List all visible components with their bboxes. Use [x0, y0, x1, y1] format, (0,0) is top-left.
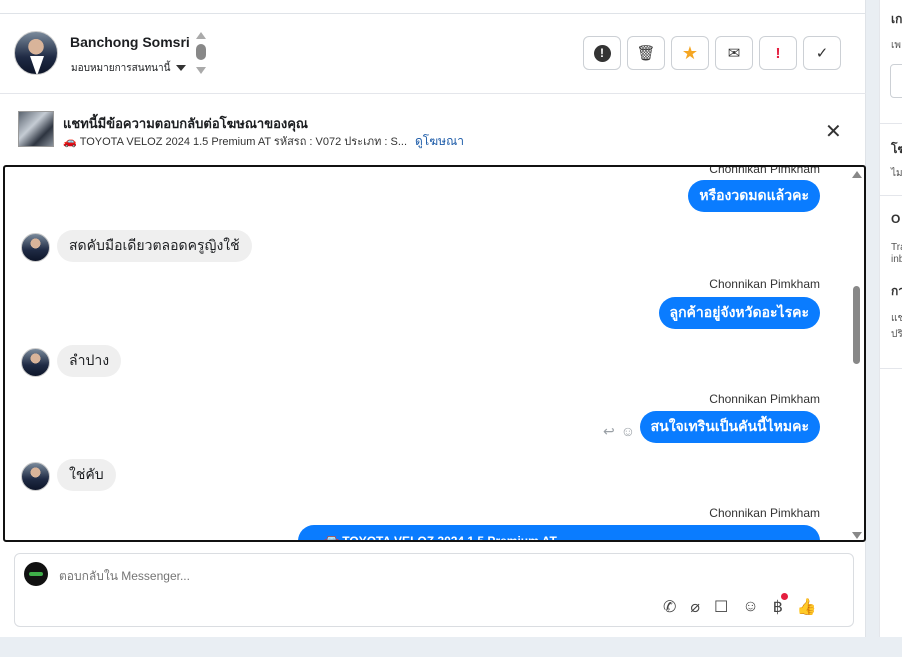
details-heading: เก [891, 12, 902, 26]
contact-avatar-small[interactable] [21, 462, 50, 491]
envelope-icon: ✉ [727, 45, 741, 62]
top-divider [0, 0, 866, 14]
outgoing-message[interactable]: ลูกค้าอยู่จังหวัดอะไรคะ [658, 297, 820, 329]
details-text: เพ [891, 40, 902, 51]
scroll-thumb[interactable] [196, 44, 206, 60]
reply-composer: ✆ ⌀ ☐ ☺ ฿ 👍 [14, 553, 854, 627]
scroll-up-icon[interactable] [852, 171, 862, 178]
section-text: inb [891, 254, 902, 265]
payment-icon[interactable]: ฿ [773, 593, 789, 617]
reply-input[interactable] [59, 569, 659, 583]
conversation-header: Banchong Somsri มอบหมายการสนทนานี้ ! 🗑 ★… [0, 14, 866, 94]
done-button[interactable]: ✓ [803, 36, 841, 70]
scroll-thumb[interactable] [853, 286, 860, 364]
emoji-reaction-icon[interactable]: ☺ [621, 423, 635, 440]
conversation-actions: ! 🗑 ★ ✉ ! ✓ [583, 36, 841, 70]
thumbs-up-icon[interactable]: 👍 [797, 597, 817, 617]
contact-avatar-small[interactable] [21, 348, 50, 377]
section-text: Tra [891, 242, 902, 253]
star-icon: ★ [681, 42, 699, 63]
outgoing-message[interactable]: หรืองวดมดแล้วคะ [688, 180, 820, 212]
message-thread[interactable]: Chonnikan Pimkham หรืองวดมดแล้วคะ สดคับม… [3, 165, 866, 542]
saved-reply-icon[interactable]: ☐ [714, 597, 728, 617]
message-reactions: ↩ ☺ [603, 423, 635, 440]
ads-text: ไม [891, 168, 902, 179]
call-icon[interactable]: ✆ [663, 597, 676, 617]
page-avatar [24, 562, 48, 586]
car-icon: 🚗 [63, 136, 77, 148]
ad-context-bar: แชทนี้มีข้อความตอบกลับต่อโฆษณาของคุณ 🚗 TO… [0, 95, 866, 163]
sender-name: Chonnikan Pimkham [709, 506, 820, 520]
scroll-down-icon[interactable] [196, 67, 206, 74]
incoming-message[interactable]: ลำปาง [57, 345, 122, 377]
checkmark-icon: ✓ [815, 45, 829, 62]
ad-context-title: แชทนี้มีข้อความตอบกลับต่อโฆษณาของคุณ [63, 116, 308, 131]
contact-avatar[interactable] [14, 31, 58, 75]
ads-heading: โฆ [891, 142, 902, 156]
divider [880, 195, 902, 196]
activity-heading: กา [891, 284, 902, 298]
chevron-down-icon [176, 65, 187, 72]
header-scroll-control[interactable] [195, 32, 207, 78]
divider [880, 368, 902, 369]
contact-avatar-small[interactable] [21, 233, 50, 262]
sender-name: Chonnikan Pimkham [709, 277, 820, 291]
exclamation-icon: ! [775, 44, 781, 62]
mark-unread-button[interactable]: ✉ [715, 36, 753, 70]
attachment-icon[interactable]: ⌀ [690, 597, 700, 617]
assign-label: มอบหมายการสนทนานี้ [71, 63, 171, 74]
contact-details-panel: เก เพ โฆ ไม O Tra inb กา แช ปริ [879, 0, 902, 637]
follow-up-button[interactable]: ! [759, 36, 797, 70]
assign-dropdown[interactable]: มอบหมายการสนทนานี้ [71, 61, 187, 76]
trash-icon: 🗑 [636, 45, 656, 62]
scroll-up-icon[interactable] [196, 32, 206, 39]
ad-description: TOYOTA VELOZ 2024 1.5 Premium AT รหัสรถ … [79, 136, 408, 148]
spam-button[interactable]: ! [583, 36, 621, 70]
ad-context-line: 🚗 TOYOTA VELOZ 2024 1.5 Premium AT รหัสรถ… [63, 132, 464, 151]
sender-name: Chonnikan Pimkham [709, 392, 820, 406]
activity-text: แช [891, 313, 902, 324]
incoming-message[interactable]: สดคับมือเดียวตลอดครูญิงใช้ [57, 230, 252, 262]
star-button[interactable]: ★ [671, 36, 709, 70]
contact-name[interactable]: Banchong Somsri [70, 34, 190, 50]
activity-text: ปริ [891, 329, 902, 340]
reply-icon[interactable]: ↩ [603, 423, 615, 440]
thread-scrollbar[interactable] [852, 171, 862, 539]
section-heading: O [891, 212, 901, 226]
outgoing-ad-message[interactable]: 🚘 TOYOTA VELOZ 2024 1.5 Premium AT [298, 525, 820, 540]
emoji-icon[interactable]: ☺ [742, 598, 758, 616]
scroll-down-icon[interactable] [852, 532, 862, 539]
incoming-message[interactable]: ใช่คับ [57, 459, 116, 491]
ad-thumbnail[interactable] [18, 111, 54, 147]
sender-name: Chonnikan Pimkham [709, 165, 820, 176]
composer-tools: ✆ ⌀ ☐ ☺ ฿ 👍 [663, 593, 817, 617]
details-input[interactable] [890, 64, 902, 98]
delete-button[interactable]: 🗑 [627, 36, 665, 70]
outgoing-message[interactable]: สนใจเทรินเป็นคันนี้ไหมคะ [639, 411, 820, 443]
view-ad-link[interactable]: ดูโฆษณา [415, 134, 464, 148]
close-icon[interactable]: ✕ [825, 119, 842, 144]
conversation-panel: Banchong Somsri มอบหมายการสนทนานี้ ! 🗑 ★… [0, 0, 866, 637]
divider [880, 123, 902, 124]
alert-circle-icon: ! [593, 44, 611, 62]
